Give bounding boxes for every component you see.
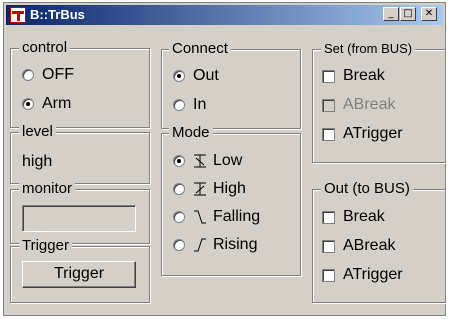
set-abreak-option: ABreak: [322, 95, 395, 115]
window-title: B::TrBus: [30, 7, 85, 22]
title-bar[interactable]: B::TrBus _ □ ✕: [6, 5, 443, 25]
mode-rising-label: Rising: [213, 236, 258, 253]
level-value: high: [22, 153, 53, 170]
connect-legend: Connect: [169, 41, 231, 57]
high-level-icon: [194, 182, 206, 196]
app-logo-icon[interactable]: [10, 7, 26, 23]
mode-falling-radio[interactable]: [173, 211, 185, 223]
mode-high-radio[interactable]: [173, 183, 185, 195]
mode-high-option[interactable]: High: [173, 179, 246, 199]
mode-low-label: Low: [213, 152, 243, 169]
control-arm-radio[interactable]: [22, 98, 34, 110]
set-break-label: Break: [343, 67, 385, 84]
mode-low-option[interactable]: Low: [173, 151, 242, 171]
out-atrigger-option[interactable]: ATrigger: [322, 265, 403, 285]
control-legend: control: [19, 40, 71, 56]
trbus-window: B::TrBus _ □ ✕ control OFF Arm level hig…: [3, 2, 446, 316]
connect-out-option[interactable]: Out: [173, 66, 219, 86]
out-break-label: Break: [343, 208, 385, 225]
control-arm-option[interactable]: Arm: [22, 94, 71, 114]
mode-low-radio[interactable]: [173, 155, 185, 167]
minimize-button[interactable]: _: [383, 7, 399, 21]
trigger-button[interactable]: Trigger: [22, 261, 136, 288]
maximize-button[interactable]: □: [400, 7, 416, 21]
mode-high-label: High: [213, 180, 246, 197]
low-level-icon: [194, 154, 206, 168]
connect-in-radio[interactable]: [173, 99, 185, 111]
set-atrigger-checkbox[interactable]: [322, 127, 335, 141]
control-group: [10, 48, 150, 128]
control-arm-label: Arm: [42, 95, 72, 112]
monitor-field: [22, 205, 136, 232]
trigger-legend: Trigger: [19, 238, 72, 254]
set-atrigger-option[interactable]: ATrigger: [322, 124, 403, 144]
out-break-option[interactable]: Break: [322, 207, 385, 227]
rising-edge-icon: [194, 238, 206, 252]
connect-out-radio[interactable]: [173, 70, 185, 82]
out-to-bus-legend: Out (to BUS): [321, 181, 413, 197]
mode-falling-label: Falling: [213, 208, 261, 225]
out-abreak-label: ABreak: [343, 237, 396, 254]
control-off-radio[interactable]: [22, 69, 34, 81]
set-abreak-label: ABreak: [343, 96, 396, 113]
level-legend: level: [19, 124, 56, 140]
control-off-option[interactable]: OFF: [22, 65, 74, 85]
close-button[interactable]: ✕: [421, 7, 437, 21]
out-abreak-option[interactable]: ABreak: [322, 236, 395, 256]
set-atrigger-label: ATrigger: [343, 125, 403, 142]
connect-in-label: In: [193, 96, 207, 113]
out-break-checkbox[interactable]: [322, 210, 335, 224]
connect-group: [161, 49, 301, 129]
connect-out-label: Out: [193, 67, 219, 84]
out-atrigger-label: ATrigger: [343, 266, 403, 283]
set-from-bus-legend: Set (from BUS): [321, 41, 416, 57]
out-abreak-checkbox[interactable]: [322, 239, 335, 253]
monitor-legend: monitor: [19, 181, 76, 197]
control-off-label: OFF: [42, 66, 74, 83]
falling-edge-icon: [194, 210, 206, 224]
mode-rising-option[interactable]: Rising: [173, 235, 257, 255]
mode-legend: Mode: [169, 125, 213, 141]
set-break-option[interactable]: Break: [322, 66, 385, 86]
connect-in-option[interactable]: In: [173, 95, 206, 115]
mode-falling-option[interactable]: Falling: [173, 207, 260, 227]
set-abreak-checkbox: [322, 98, 335, 112]
mode-rising-radio[interactable]: [173, 239, 185, 251]
out-atrigger-checkbox[interactable]: [322, 268, 335, 282]
set-break-checkbox[interactable]: [322, 69, 335, 83]
